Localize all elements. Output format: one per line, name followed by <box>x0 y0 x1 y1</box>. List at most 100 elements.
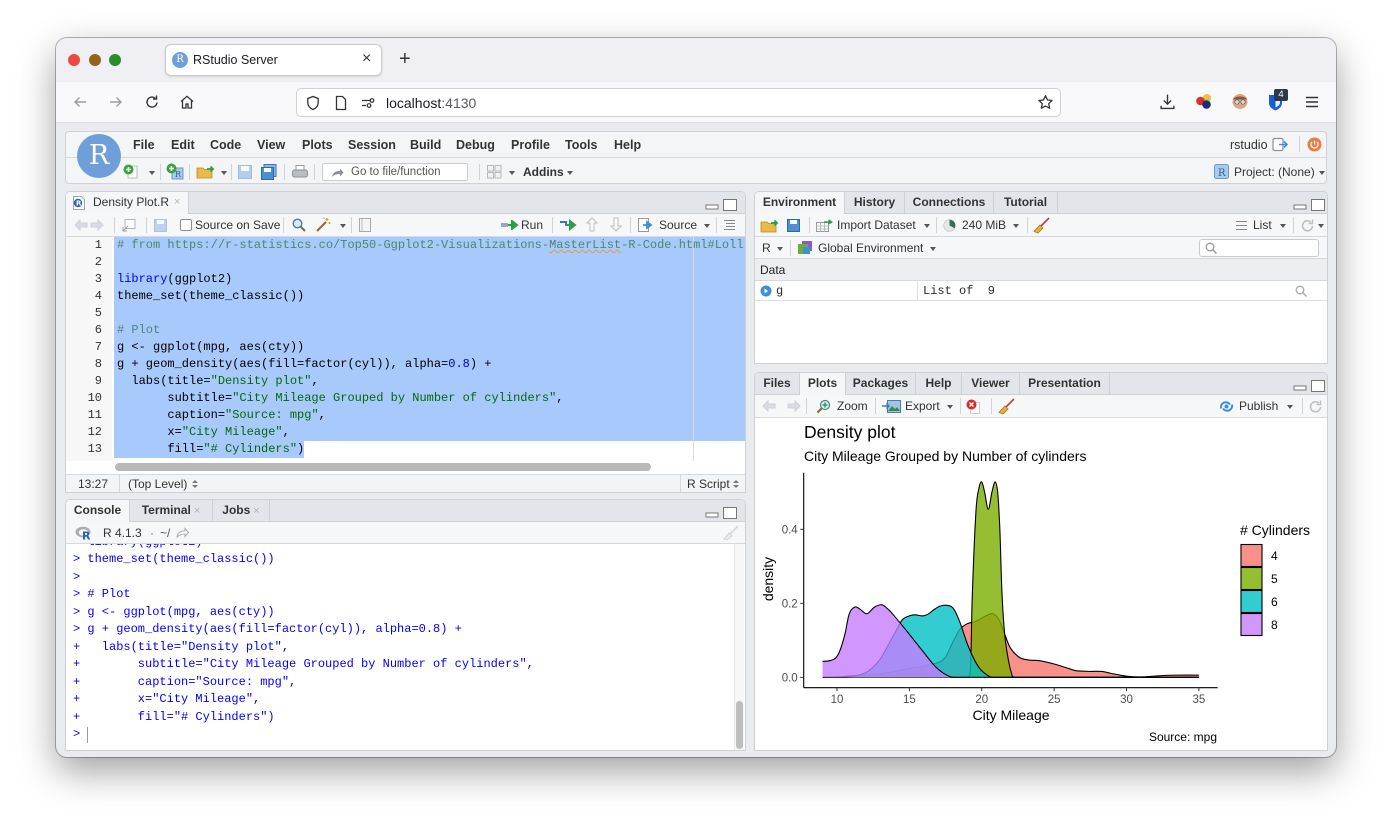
save-icon[interactable] <box>154 219 167 232</box>
extension-face-icon[interactable] <box>1231 93 1249 110</box>
minimize-window-button[interactable] <box>89 54 101 66</box>
go-to-file-input[interactable] <box>351 165 463 179</box>
menu-build[interactable]: Build <box>410 138 441 152</box>
tab-help[interactable]: Help <box>916 373 962 395</box>
source-button[interactable]: Source <box>659 218 697 232</box>
print-icon[interactable] <box>292 165 308 179</box>
import-dataset-icon[interactable] <box>816 219 835 232</box>
go-to-file-function-field[interactable] <box>322 163 468 181</box>
reload-icon[interactable] <box>144 94 160 110</box>
maximize-pane-icon[interactable] <box>1311 380 1325 392</box>
rerun-icon[interactable] <box>559 219 577 231</box>
document-outline-icon[interactable] <box>723 219 736 231</box>
project-dropdown[interactable] <box>1319 171 1325 175</box>
code-line[interactable]: 3 library(ggplot2) <box>66 271 745 288</box>
code-editor[interactable]: 1 # from https://r-statistics.co/Top50-Gg… <box>66 237 745 461</box>
clear-workspace-broom-icon[interactable] <box>1033 217 1050 234</box>
new-project-icon[interactable]: R <box>166 163 184 180</box>
minimize-pane-icon[interactable] <box>1293 380 1307 391</box>
import-dataset-button[interactable]: Import Dataset <box>837 218 916 232</box>
view-mode-dropdown[interactable] <box>1280 224 1286 228</box>
language-dropdown[interactable] <box>777 247 783 251</box>
pane-layout-dropdown[interactable] <box>509 171 515 175</box>
minimize-pane-icon[interactable] <box>705 199 719 210</box>
memory-dropdown[interactable] <box>1013 224 1019 228</box>
export-icon[interactable] <box>882 400 901 413</box>
back-arrow-icon[interactable] <box>74 219 104 231</box>
tab-history[interactable]: History <box>845 192 905 214</box>
close-tab-icon[interactable]: × <box>253 505 259 517</box>
maximize-pane-icon[interactable] <box>723 507 737 519</box>
close-tab-icon[interactable]: × <box>174 192 180 213</box>
minimize-pane-icon[interactable] <box>705 507 719 518</box>
file-type-selector[interactable]: R Script <box>687 477 730 491</box>
tab-presentation[interactable]: Presentation <box>1020 373 1110 395</box>
clear-all-plots-broom-icon[interactable] <box>998 398 1015 415</box>
environment-row[interactable]: g List of 9 <box>755 281 1327 301</box>
home-icon[interactable] <box>179 94 195 110</box>
close-window-button[interactable] <box>68 54 80 66</box>
menu-plots[interactable]: Plots <box>302 138 333 152</box>
code-line[interactable]: 6 # Plot <box>66 322 745 339</box>
permissions-icon[interactable] <box>360 95 376 111</box>
load-workspace-icon[interactable] <box>760 218 780 233</box>
code-line[interactable]: 1 # from https://r-statistics.co/Top50-Gg… <box>66 237 745 254</box>
code-line[interactable]: 5 <box>66 305 745 322</box>
scope-updown-icon[interactable] <box>192 479 198 489</box>
zoom-magnifier-icon[interactable] <box>816 399 831 414</box>
new-file-icon[interactable] <box>123 164 139 179</box>
pane-layout-grid-icon[interactable] <box>487 165 502 179</box>
project-menu[interactable]: Project: (None) <box>1234 165 1315 179</box>
expand-object-icon[interactable] <box>760 285 772 297</box>
code-tools-wand-icon[interactable] <box>315 217 331 233</box>
environment-scope-selector[interactable]: Global Environment <box>818 241 923 255</box>
tab-density-plot-r[interactable]: R Density Plot.R × <box>66 192 189 214</box>
zoom-window-button[interactable] <box>109 54 121 66</box>
new-tab-button[interactable]: + <box>399 48 411 71</box>
url-text[interactable]: localhost:4130 <box>386 95 476 111</box>
publish-icon[interactable] <box>1218 400 1235 413</box>
menu-help[interactable]: Help <box>614 138 641 152</box>
import-dataset-dropdown[interactable] <box>924 224 930 228</box>
tab-tutorial[interactable]: Tutorial <box>994 192 1058 214</box>
menu-code[interactable]: Code <box>210 138 241 152</box>
list-view-icon[interactable] <box>1235 220 1248 231</box>
run-button[interactable]: Run <box>521 218 543 232</box>
console-output[interactable]: > library(ggplot2)> theme_set(theme_clas… <box>66 544 745 750</box>
browser-tab-active[interactable]: R RStudio Server × <box>165 44 382 76</box>
code-line[interactable]: 8 g + geom_density(aes(fill=factor(cyl)),… <box>66 356 745 373</box>
compile-report-notebook-icon[interactable] <box>359 218 371 232</box>
app-menu-icon[interactable] <box>1304 94 1320 110</box>
memory-usage[interactable]: 240 MiB <box>962 218 1006 232</box>
back-arrow-icon[interactable] <box>72 94 88 110</box>
memory-usage-pie-icon[interactable] <box>943 219 956 232</box>
menu-file[interactable]: File <box>133 138 155 152</box>
remove-plot-icon[interactable] <box>966 399 980 414</box>
source-on-save-label[interactable]: Source on Save <box>195 218 280 232</box>
refresh-dropdown[interactable] <box>1318 224 1324 228</box>
scrollbar-thumb[interactable] <box>736 701 743 749</box>
tab-console[interactable]: Console <box>66 500 130 522</box>
run-icon[interactable] <box>501 220 520 230</box>
tab-packages[interactable]: Packages <box>846 373 916 395</box>
menu-tools[interactable]: Tools <box>565 138 597 152</box>
tab-connections[interactable]: Connections <box>905 192 994 214</box>
next-plot-icon[interactable] <box>787 400 801 412</box>
extension-colorballs-icon[interactable] <box>1195 93 1213 110</box>
save-all-icon[interactable] <box>261 164 277 180</box>
tab-files[interactable]: Files <box>755 373 800 395</box>
save-icon[interactable] <box>238 165 252 179</box>
find-replace-icon[interactable] <box>292 218 306 232</box>
code-line[interactable]: 9 labs(title="Density plot", <box>66 373 745 390</box>
export-button[interactable]: Export <box>905 399 940 413</box>
view-object-search-icon[interactable] <box>1295 285 1307 297</box>
save-workspace-icon[interactable] <box>787 219 800 232</box>
tab-environment[interactable]: Environment <box>755 192 845 214</box>
previous-plot-icon[interactable] <box>762 400 776 412</box>
menu-view[interactable]: View <box>257 138 285 152</box>
scrollbar-thumb[interactable] <box>115 463 651 471</box>
code-line[interactable]: 13 fill="# Cylinders") <box>66 441 745 458</box>
menu-edit[interactable]: Edit <box>171 138 195 152</box>
menu-debug[interactable]: Debug <box>456 138 495 152</box>
quit-session-power-icon[interactable] <box>1307 137 1322 152</box>
